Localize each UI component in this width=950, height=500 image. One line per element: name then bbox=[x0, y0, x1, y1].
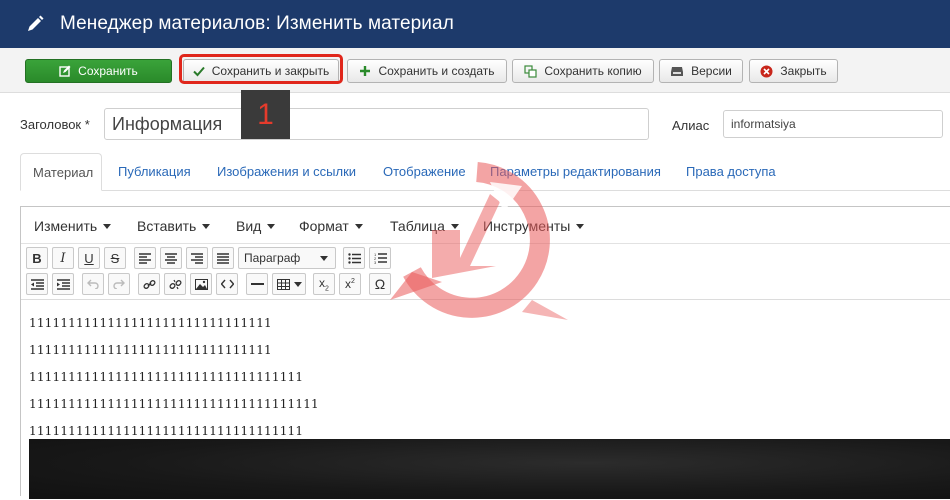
tab-label: Изображения и ссылки bbox=[217, 164, 357, 179]
link-icon[interactable] bbox=[138, 273, 160, 295]
alias-label: Алиас bbox=[672, 118, 710, 133]
menu-label: Изменить bbox=[34, 218, 98, 234]
step-number: 1 bbox=[257, 97, 274, 131]
strikethrough-icon[interactable]: S bbox=[104, 247, 126, 269]
caret-down-icon bbox=[354, 223, 363, 229]
versions-label: Версии bbox=[691, 64, 732, 78]
content-line: 11111111111111111111111111111111111 bbox=[29, 424, 304, 438]
save-copy-label: Сохранить копию bbox=[544, 64, 642, 78]
archive-icon bbox=[670, 66, 684, 77]
close-circle-icon bbox=[760, 65, 773, 78]
tab-images-links[interactable]: Изображения и ссылки bbox=[205, 153, 368, 190]
caret-down-icon bbox=[320, 256, 328, 261]
rich-text-editor: Изменить Вставить Вид Формат Таблица Инс… bbox=[20, 206, 950, 500]
caret-down-icon bbox=[293, 281, 302, 287]
save-new-label: Сохранить и создать bbox=[378, 64, 495, 78]
menu-view[interactable]: Вид bbox=[236, 218, 276, 234]
tab-label: Права доступа bbox=[686, 164, 776, 179]
save-new-button[interactable]: Сохранить и создать bbox=[347, 59, 507, 83]
action-toolbar: Сохранить Сохранить и закрыть Сохранить … bbox=[0, 48, 950, 93]
step-marker: 1 bbox=[241, 90, 290, 139]
outdent-icon[interactable] bbox=[26, 273, 48, 295]
indent-icon[interactable] bbox=[52, 273, 74, 295]
embedded-image bbox=[29, 439, 950, 499]
tab-label: Параметры редактирования bbox=[490, 164, 661, 179]
redo-icon[interactable] bbox=[108, 273, 130, 295]
unlink-icon[interactable] bbox=[164, 273, 186, 295]
align-center-icon[interactable] bbox=[160, 247, 182, 269]
tab-publication[interactable]: Публикация bbox=[106, 153, 203, 190]
page-header: Менеджер материалов: Изменить материал bbox=[0, 0, 950, 49]
caret-down-icon bbox=[576, 223, 585, 229]
menu-tools[interactable]: Инструменты bbox=[483, 218, 585, 234]
menu-format[interactable]: Формат bbox=[299, 218, 363, 234]
title-input-value: Информация bbox=[112, 113, 223, 134]
paragraph-format-value: Параграф bbox=[244, 251, 301, 265]
italic-icon[interactable]: I bbox=[52, 247, 74, 269]
special-character-icon[interactable]: Ω bbox=[369, 273, 391, 295]
menu-label: Инструменты bbox=[483, 218, 571, 234]
content-line: 1111111111111111111111111111111 bbox=[29, 343, 272, 357]
menu-label: Вид bbox=[236, 218, 262, 234]
tab-access-rights[interactable]: Права доступа bbox=[674, 153, 788, 190]
menu-label: Формат bbox=[299, 218, 349, 234]
close-label: Закрыть bbox=[780, 64, 827, 78]
tab-display[interactable]: Отображение bbox=[371, 153, 478, 190]
subscript-icon[interactable]: x2 bbox=[313, 273, 335, 295]
bold-icon[interactable]: B bbox=[26, 247, 48, 269]
caret-down-icon bbox=[450, 223, 459, 229]
editor-menubar: Изменить Вставить Вид Формат Таблица Инс… bbox=[21, 207, 950, 244]
content-line: 1111111111111111111111111111111 bbox=[29, 316, 272, 330]
svg-text:3: 3 bbox=[374, 260, 377, 264]
underline-icon[interactable]: U bbox=[78, 247, 100, 269]
tab-bar: Материал Публикация Изображения и ссылки… bbox=[20, 153, 950, 191]
menu-label: Таблица bbox=[390, 218, 445, 234]
align-justify-icon[interactable] bbox=[212, 247, 234, 269]
tab-label: Материал bbox=[33, 164, 94, 180]
plus-icon bbox=[359, 65, 371, 77]
table-icon[interactable] bbox=[272, 273, 306, 295]
save-close-highlight bbox=[179, 54, 343, 84]
content-line: 1111111111111111111111111111111111111 bbox=[29, 397, 319, 411]
caret-down-icon bbox=[103, 223, 112, 229]
menu-edit[interactable]: Изменить bbox=[34, 218, 112, 234]
code-icon[interactable] bbox=[216, 273, 238, 295]
tab-label: Отображение bbox=[383, 164, 466, 179]
close-button[interactable]: Закрыть bbox=[749, 59, 838, 83]
bullet-list-icon[interactable] bbox=[343, 247, 365, 269]
paragraph-format-select[interactable]: Параграф bbox=[238, 247, 336, 269]
save-copy-button[interactable]: Сохранить копию bbox=[512, 59, 654, 83]
editor-toolbar-row-2: x2 x2 Ω bbox=[21, 271, 950, 297]
menu-label: Вставить bbox=[137, 218, 197, 234]
copy-icon bbox=[524, 64, 537, 78]
menu-insert[interactable]: Вставить bbox=[137, 218, 211, 234]
image-icon[interactable] bbox=[190, 273, 212, 295]
caret-down-icon bbox=[202, 223, 211, 229]
tab-editing-params[interactable]: Параметры редактирования bbox=[478, 153, 673, 190]
horizontal-rule-icon[interactable] bbox=[246, 273, 268, 295]
save-button-label: Сохранить bbox=[78, 64, 138, 78]
pencil-icon bbox=[24, 13, 46, 35]
menu-table[interactable]: Таблица bbox=[390, 218, 459, 234]
align-left-icon[interactable] bbox=[134, 247, 156, 269]
alias-input-value: informatsiya bbox=[731, 117, 796, 131]
tab-material[interactable]: Материал bbox=[20, 153, 102, 191]
save-button[interactable]: Сохранить bbox=[25, 59, 172, 83]
edit-icon bbox=[59, 65, 71, 77]
tab-label: Публикация bbox=[118, 164, 191, 179]
page-title: Менеджер материалов: Изменить материал bbox=[60, 13, 454, 34]
title-label: Заголовок * bbox=[20, 117, 90, 132]
undo-icon[interactable] bbox=[82, 273, 104, 295]
alias-input[interactable]: informatsiya bbox=[723, 110, 943, 138]
numbered-list-icon[interactable]: 123 bbox=[369, 247, 391, 269]
caret-down-icon bbox=[267, 223, 276, 229]
content-line: 11111111111111111111111111111111111 bbox=[29, 370, 304, 384]
align-right-icon[interactable] bbox=[186, 247, 208, 269]
title-input[interactable]: Информация bbox=[104, 108, 649, 140]
editor-toolbar-row-1: B I U S Параграф 123 bbox=[21, 245, 950, 271]
superscript-icon[interactable]: x2 bbox=[339, 273, 361, 295]
versions-button[interactable]: Версии bbox=[659, 59, 743, 83]
